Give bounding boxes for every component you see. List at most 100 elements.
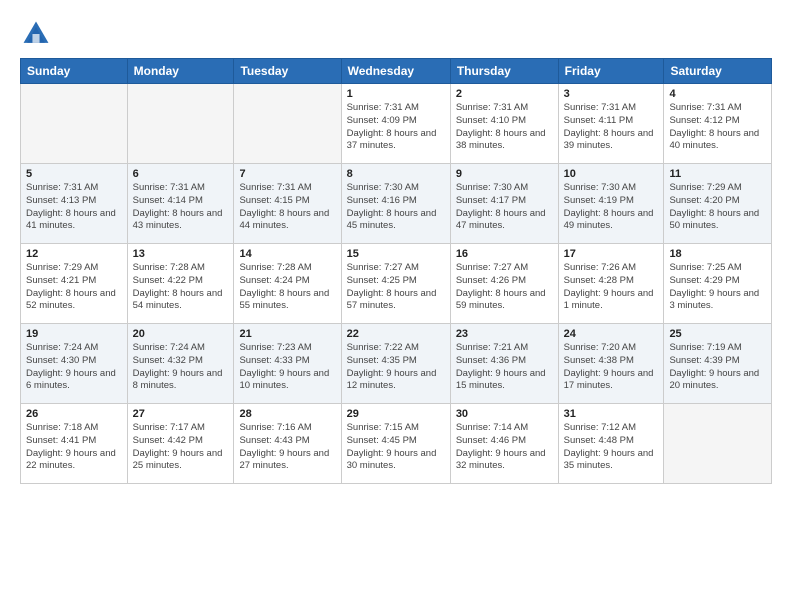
day-info: Sunrise: 7:28 AM Sunset: 4:22 PM Dayligh… — [133, 262, 229, 313]
day-number: 21 — [239, 328, 335, 340]
day-number: 12 — [26, 248, 122, 260]
day-info: Sunrise: 7:31 AM Sunset: 4:12 PM Dayligh… — [669, 102, 766, 153]
day-number: 14 — [239, 248, 335, 260]
week-row-1: 5 Sunrise: 7:31 AM Sunset: 4:13 PM Daylig… — [21, 164, 772, 244]
day-cell: 28 Sunrise: 7:16 AM Sunset: 4:43 PM Dayli… — [234, 404, 341, 484]
day-number: 16 — [456, 248, 553, 260]
day-cell: 1 Sunrise: 7:31 AM Sunset: 4:09 PM Daylig… — [341, 84, 450, 164]
day-cell: 30 Sunrise: 7:14 AM Sunset: 4:46 PM Dayli… — [450, 404, 558, 484]
header — [20, 18, 772, 50]
day-number: 22 — [347, 328, 445, 340]
weekday-header-wednesday: Wednesday — [341, 59, 450, 84]
week-row-3: 19 Sunrise: 7:24 AM Sunset: 4:30 PM Dayli… — [21, 324, 772, 404]
day-cell: 15 Sunrise: 7:27 AM Sunset: 4:25 PM Dayli… — [341, 244, 450, 324]
day-cell: 23 Sunrise: 7:21 AM Sunset: 4:36 PM Dayli… — [450, 324, 558, 404]
day-number: 19 — [26, 328, 122, 340]
day-number: 3 — [564, 88, 659, 100]
day-cell: 8Sunrise: 7:30 AM Sunset: 4:16 PM Daylig… — [341, 164, 450, 244]
day-info: Sunrise: 7:21 AM Sunset: 4:36 PM Dayligh… — [456, 342, 553, 393]
week-row-2: 12 Sunrise: 7:29 AM Sunset: 4:21 PM Dayli… — [21, 244, 772, 324]
day-number: 6 — [133, 168, 229, 180]
weekday-header-tuesday: Tuesday — [234, 59, 341, 84]
weekday-header-sunday: Sunday — [21, 59, 128, 84]
weekday-header-saturday: Saturday — [664, 59, 772, 84]
day-info: Sunrise: 7:31 AM Sunset: 4:10 PM Dayligh… — [456, 102, 553, 153]
day-cell — [234, 84, 341, 164]
day-info: Sunrise: 7:16 AM Sunset: 4:43 PM Dayligh… — [239, 422, 335, 473]
day-number: 24 — [564, 328, 659, 340]
day-cell: 11 Sunrise: 7:29 AM Sunset: 4:20 PM Dayli… — [664, 164, 772, 244]
day-cell: 22 Sunrise: 7:22 AM Sunset: 4:35 PM Dayli… — [341, 324, 450, 404]
day-info: Sunrise: 7:31 AM Sunset: 4:13 PM Dayligh… — [26, 182, 122, 233]
day-cell: 24 Sunrise: 7:20 AM Sunset: 4:38 PM Dayli… — [558, 324, 664, 404]
day-cell: 6Sunrise: 7:31 AM Sunset: 4:14 PM Daylig… — [127, 164, 234, 244]
day-number: 28 — [239, 408, 335, 420]
weekday-header-thursday: Thursday — [450, 59, 558, 84]
day-info: Sunrise: 7:14 AM Sunset: 4:46 PM Dayligh… — [456, 422, 553, 473]
day-info: Sunrise: 7:29 AM Sunset: 4:20 PM Dayligh… — [669, 182, 766, 233]
day-info: Sunrise: 7:25 AM Sunset: 4:29 PM Dayligh… — [669, 262, 766, 313]
day-number: 8 — [347, 168, 445, 180]
day-number: 4 — [669, 88, 766, 100]
day-info: Sunrise: 7:31 AM Sunset: 4:11 PM Dayligh… — [564, 102, 659, 153]
day-cell: 3 Sunrise: 7:31 AM Sunset: 4:11 PM Daylig… — [558, 84, 664, 164]
day-number: 5 — [26, 168, 122, 180]
day-info: Sunrise: 7:15 AM Sunset: 4:45 PM Dayligh… — [347, 422, 445, 473]
day-info: Sunrise: 7:29 AM Sunset: 4:21 PM Dayligh… — [26, 262, 122, 313]
day-cell: 12 Sunrise: 7:29 AM Sunset: 4:21 PM Dayli… — [21, 244, 128, 324]
day-info: Sunrise: 7:12 AM Sunset: 4:48 PM Dayligh… — [564, 422, 659, 473]
day-info: Sunrise: 7:17 AM Sunset: 4:42 PM Dayligh… — [133, 422, 229, 473]
day-info: Sunrise: 7:20 AM Sunset: 4:38 PM Dayligh… — [564, 342, 659, 393]
day-cell: 27 Sunrise: 7:17 AM Sunset: 4:42 PM Dayli… — [127, 404, 234, 484]
day-number: 30 — [456, 408, 553, 420]
calendar-table: SundayMondayTuesdayWednesdayThursdayFrid… — [20, 58, 772, 484]
day-info: Sunrise: 7:28 AM Sunset: 4:24 PM Dayligh… — [239, 262, 335, 313]
day-cell: 26 Sunrise: 7:18 AM Sunset: 4:41 PM Dayli… — [21, 404, 128, 484]
day-info: Sunrise: 7:30 AM Sunset: 4:19 PM Dayligh… — [564, 182, 659, 233]
day-info: Sunrise: 7:31 AM Sunset: 4:15 PM Dayligh… — [239, 182, 335, 233]
day-info: Sunrise: 7:26 AM Sunset: 4:28 PM Dayligh… — [564, 262, 659, 313]
day-number: 18 — [669, 248, 766, 260]
day-cell: 20Sunrise: 7:24 AM Sunset: 4:32 PM Dayli… — [127, 324, 234, 404]
week-row-4: 26 Sunrise: 7:18 AM Sunset: 4:41 PM Dayli… — [21, 404, 772, 484]
day-cell — [664, 404, 772, 484]
day-number: 13 — [133, 248, 229, 260]
day-number: 1 — [347, 88, 445, 100]
day-info: Sunrise: 7:24 AM Sunset: 4:30 PM Dayligh… — [26, 342, 122, 393]
day-cell: 29Sunrise: 7:15 AM Sunset: 4:45 PM Dayli… — [341, 404, 450, 484]
day-info: Sunrise: 7:31 AM Sunset: 4:09 PM Dayligh… — [347, 102, 445, 153]
day-number: 7 — [239, 168, 335, 180]
day-cell: 4 Sunrise: 7:31 AM Sunset: 4:12 PM Daylig… — [664, 84, 772, 164]
day-number: 25 — [669, 328, 766, 340]
day-number: 26 — [26, 408, 122, 420]
day-info: Sunrise: 7:27 AM Sunset: 4:25 PM Dayligh… — [347, 262, 445, 313]
day-cell — [21, 84, 128, 164]
day-number: 17 — [564, 248, 659, 260]
day-cell — [127, 84, 234, 164]
day-number: 23 — [456, 328, 553, 340]
day-info: Sunrise: 7:27 AM Sunset: 4:26 PM Dayligh… — [456, 262, 553, 313]
day-info: Sunrise: 7:22 AM Sunset: 4:35 PM Dayligh… — [347, 342, 445, 393]
day-cell: 9Sunrise: 7:30 AM Sunset: 4:17 PM Daylig… — [450, 164, 558, 244]
day-number: 11 — [669, 168, 766, 180]
calendar-page: SundayMondayTuesdayWednesdayThursdayFrid… — [0, 0, 792, 612]
day-info: Sunrise: 7:23 AM Sunset: 4:33 PM Dayligh… — [239, 342, 335, 393]
logo — [20, 18, 58, 50]
day-cell: 19 Sunrise: 7:24 AM Sunset: 4:30 PM Dayli… — [21, 324, 128, 404]
day-info: Sunrise: 7:19 AM Sunset: 4:39 PM Dayligh… — [669, 342, 766, 393]
day-number: 15 — [347, 248, 445, 260]
day-cell: 21 Sunrise: 7:23 AM Sunset: 4:33 PM Dayli… — [234, 324, 341, 404]
day-cell: 25 Sunrise: 7:19 AM Sunset: 4:39 PM Dayli… — [664, 324, 772, 404]
day-cell: 13 Sunrise: 7:28 AM Sunset: 4:22 PM Dayli… — [127, 244, 234, 324]
day-cell: 17 Sunrise: 7:26 AM Sunset: 4:28 PM Dayli… — [558, 244, 664, 324]
day-number: 27 — [133, 408, 229, 420]
day-info: Sunrise: 7:30 AM Sunset: 4:17 PM Dayligh… — [456, 182, 553, 233]
day-number: 2 — [456, 88, 553, 100]
week-row-0: 1 Sunrise: 7:31 AM Sunset: 4:09 PM Daylig… — [21, 84, 772, 164]
day-cell: 10 Sunrise: 7:30 AM Sunset: 4:19 PM Dayli… — [558, 164, 664, 244]
day-cell: 31 Sunrise: 7:12 AM Sunset: 4:48 PM Dayli… — [558, 404, 664, 484]
day-cell: 2 Sunrise: 7:31 AM Sunset: 4:10 PM Daylig… — [450, 84, 558, 164]
day-number: 10 — [564, 168, 659, 180]
day-info: Sunrise: 7:18 AM Sunset: 4:41 PM Dayligh… — [26, 422, 122, 473]
day-number: 31 — [564, 408, 659, 420]
